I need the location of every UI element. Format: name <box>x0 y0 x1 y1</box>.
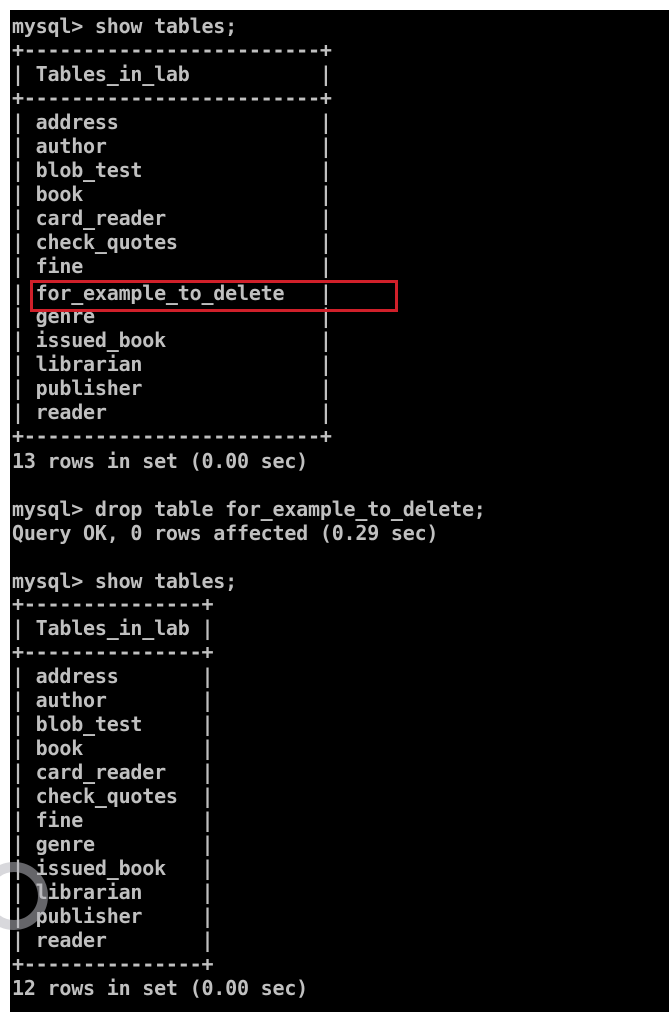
table-row: | book | <box>12 736 214 760</box>
table-header: | Tables_in_lab | <box>12 616 214 640</box>
console-output[interactable]: mysql> show tables; +-------------------… <box>10 10 669 1012</box>
table-header: | Tables_in_lab | <box>12 62 332 86</box>
prompt-show-tables-1: mysql> show tables; <box>12 14 237 38</box>
table-row: | book | <box>12 182 332 206</box>
table-row: | card_reader | <box>12 206 332 230</box>
table-row: | blob_test | <box>12 712 214 736</box>
table-row: | check_quotes | <box>12 784 214 808</box>
table-border-header: +---------------+ <box>12 640 214 664</box>
query-ok-message: Query OK, 0 rows affected (0.29 sec) <box>12 521 439 545</box>
table-row: | card_reader | <box>12 760 214 784</box>
table-row: | check_quotes | <box>12 230 332 254</box>
terminal-window: mysql> show tables; +-------------------… <box>0 0 669 1012</box>
result-summary-1: 13 rows in set (0.00 sec) <box>12 449 309 473</box>
table-row: | fine | <box>12 254 332 278</box>
table-row: | author | <box>12 134 332 158</box>
result-summary-2: 12 rows in set (0.00 sec) <box>12 976 309 1000</box>
table-border-header: +-------------------------+ <box>12 86 332 110</box>
prompt-show-tables-2: mysql> show tables; <box>12 569 237 593</box>
table-border-top: +-------------------------+ <box>12 38 332 62</box>
table-row: | author | <box>12 688 214 712</box>
table-row: | reader | <box>12 928 214 952</box>
table-row: | librarian | <box>12 352 332 376</box>
table-row: | genre | <box>12 832 214 856</box>
table-row: | address | <box>12 110 332 134</box>
table-border-bottom: +---------------+ <box>12 952 214 976</box>
table-row: | address | <box>12 664 214 688</box>
table-row: | reader | <box>12 400 332 424</box>
table-border-top: +---------------+ <box>12 592 214 616</box>
table-row: | publisher | <box>12 376 332 400</box>
table-row: | fine | <box>12 808 214 832</box>
table-row: | blob_test | <box>12 158 332 182</box>
prompt-drop-table: mysql> drop table for_example_to_delete; <box>12 497 486 521</box>
table-row: | issued_book | <box>12 328 332 352</box>
highlight-box <box>30 280 398 312</box>
table-border-bottom: +-------------------------+ <box>12 424 332 448</box>
